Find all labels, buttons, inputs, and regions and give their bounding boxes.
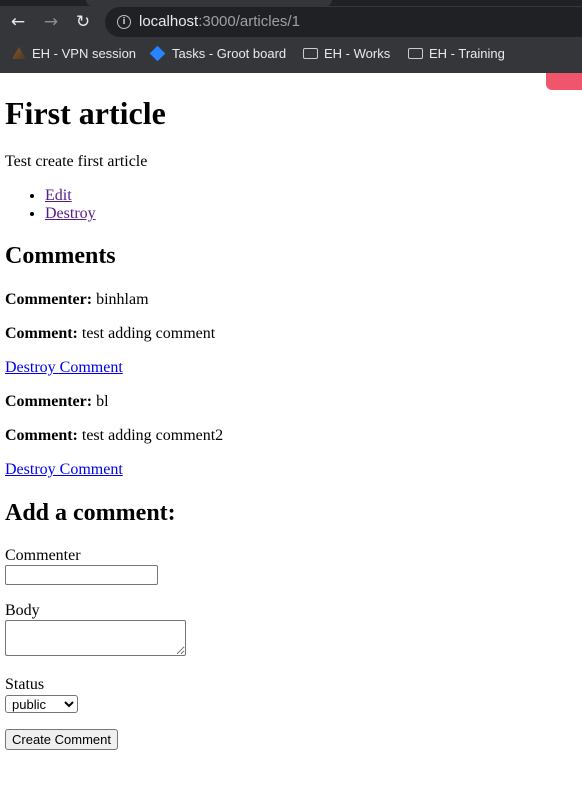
commenter-value: bl [96, 393, 109, 410]
comment-value: test adding comment [81, 325, 216, 342]
list-item: Edit [45, 187, 96, 205]
article-body: Test create first article [5, 153, 148, 170]
comment-value: test adding comment2 [81, 427, 224, 444]
commenter-label: Commenter: [5, 393, 93, 410]
reload-icon[interactable]: ↻ [73, 12, 93, 32]
url-path: :3000/articles/1 [198, 13, 300, 30]
url-text[interactable]: localhost:3000/articles/1 [139, 13, 300, 30]
folder-icon [408, 48, 423, 59]
jira-icon [149, 45, 166, 62]
bookmarks-bar: EH - VPN session Tasks - Groot board EH … [0, 40, 582, 68]
article-title: First article [5, 95, 166, 131]
body-field-label: Body [5, 602, 40, 619]
forward-arrow-icon[interactable]: → [41, 12, 61, 32]
browser-toolbar: ← → ↻ i localhost:3000/articles/1 [0, 6, 582, 38]
comment-label: Comment: [5, 325, 78, 342]
bookmark-label: Tasks - Groot board [172, 46, 287, 61]
destroy-link[interactable]: Destroy [45, 205, 96, 222]
comment-commenter: Commenter: bl [5, 393, 109, 411]
folder-icon [303, 48, 318, 59]
bookmark-label: EH - Works [324, 46, 391, 61]
vpn-icon [12, 47, 26, 59]
destroy-comment-link[interactable]: Destroy Comment [5, 461, 123, 478]
comment-body: Comment: test adding comment2 [5, 427, 223, 445]
commenter-value: binhlam [96, 291, 149, 308]
add-comment-heading: Add a comment: [5, 500, 176, 526]
commenter-input[interactable] [5, 565, 158, 585]
comment-commenter: Commenter: binhlam [5, 291, 149, 309]
destroy-comment-link[interactable]: Destroy Comment [5, 359, 123, 376]
article-actions: Edit Destroy [45, 187, 96, 223]
comments-heading: Comments [5, 243, 116, 269]
bookmark-groot-board[interactable]: Tasks - Groot board [149, 45, 287, 62]
bookmark-vpn-session[interactable]: EH - VPN session [12, 46, 136, 61]
info-icon[interactable]: i [117, 15, 131, 29]
body-textarea[interactable] [5, 620, 186, 656]
browser-chrome: ← → ↻ i localhost:3000/articles/1 EH - V… [0, 0, 582, 73]
bookmark-eh-works[interactable]: EH - Works [303, 46, 390, 61]
extension-tab[interactable] [546, 73, 582, 90]
commenter-label: Commenter: [5, 291, 93, 308]
url-host: localhost [139, 13, 199, 30]
create-comment-button[interactable]: Create Comment [5, 729, 118, 750]
edit-link[interactable]: Edit [45, 187, 72, 204]
bookmark-label: EH - Training [429, 46, 505, 61]
address-bar[interactable]: i localhost:3000/articles/1 [105, 7, 582, 37]
status-select[interactable]: public [5, 695, 78, 713]
bookmark-label: EH - VPN session [32, 46, 137, 61]
comment-body: Comment: test adding comment [5, 325, 215, 343]
commenter-field-label: Commenter [5, 547, 81, 564]
status-field-label: Status [5, 676, 45, 693]
bookmark-eh-training[interactable]: EH - Training [408, 46, 505, 61]
list-item: Destroy [45, 205, 96, 223]
back-arrow-icon[interactable]: ← [8, 12, 28, 32]
comment-label: Comment: [5, 427, 78, 444]
